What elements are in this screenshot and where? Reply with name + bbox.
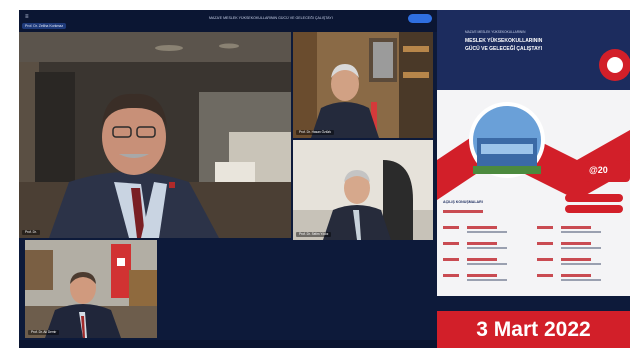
participant-tile-2[interactable]: Prof. Dr. Hasan Öztürk [293,32,433,138]
poster-title-2: GÜCÜ VE GELECEĞİ ÇALIŞTAYI [465,46,542,52]
participant-label: Prof. Dr. [22,230,40,235]
poster-year: @20 [589,165,608,175]
office-scene-4 [25,240,157,338]
menu-icon[interactable]: ≡ [25,14,31,20]
call-controls-bar [19,340,437,348]
status-pill[interactable] [408,14,432,23]
date-banner: 3 Mart 2022 [437,311,630,348]
participant-label: Prof. Dr. Ali Demir [28,330,60,335]
office-scene [19,32,291,238]
office-scene-3 [293,140,433,240]
main-speaker-tile[interactable]: Prof. Dr. [19,32,291,238]
participant-tile-4[interactable]: Prof. Dr. Ali Demir [25,240,157,338]
poster-section-label: AÇILIŞ KONUŞMALARI [443,200,483,204]
poster-header: MAZA'E MESLEK YÜKSEKOKULLARININ [465,30,526,34]
call-top-bar: ≡ Prof. Dr. Zeliha Korkmaz MAZA'E MESLEK… [19,10,437,32]
video-call-window: ≡ Prof. Dr. Zeliha Korkmaz MAZA'E MESLEK… [19,10,437,348]
participant-tile-3[interactable]: Prof. Dr. Selim Yıldız [293,140,433,240]
presenter-tag: Prof. Dr. Zeliha Korkmaz [22,23,67,29]
participant-label: Prof. Dr. Hasan Öztürk [296,130,335,135]
participant-label: Prof. Dr. Selim Yıldız [296,232,332,237]
date-banner-top [437,296,630,311]
office-scene-2 [293,32,433,138]
meeting-title: MAZA'E MESLEK YÜKSEKOKULLARININ GÜCÜ VE … [209,16,333,20]
poster-title-1: MESLEK YÜKSEKOKULLARININ [465,38,543,44]
